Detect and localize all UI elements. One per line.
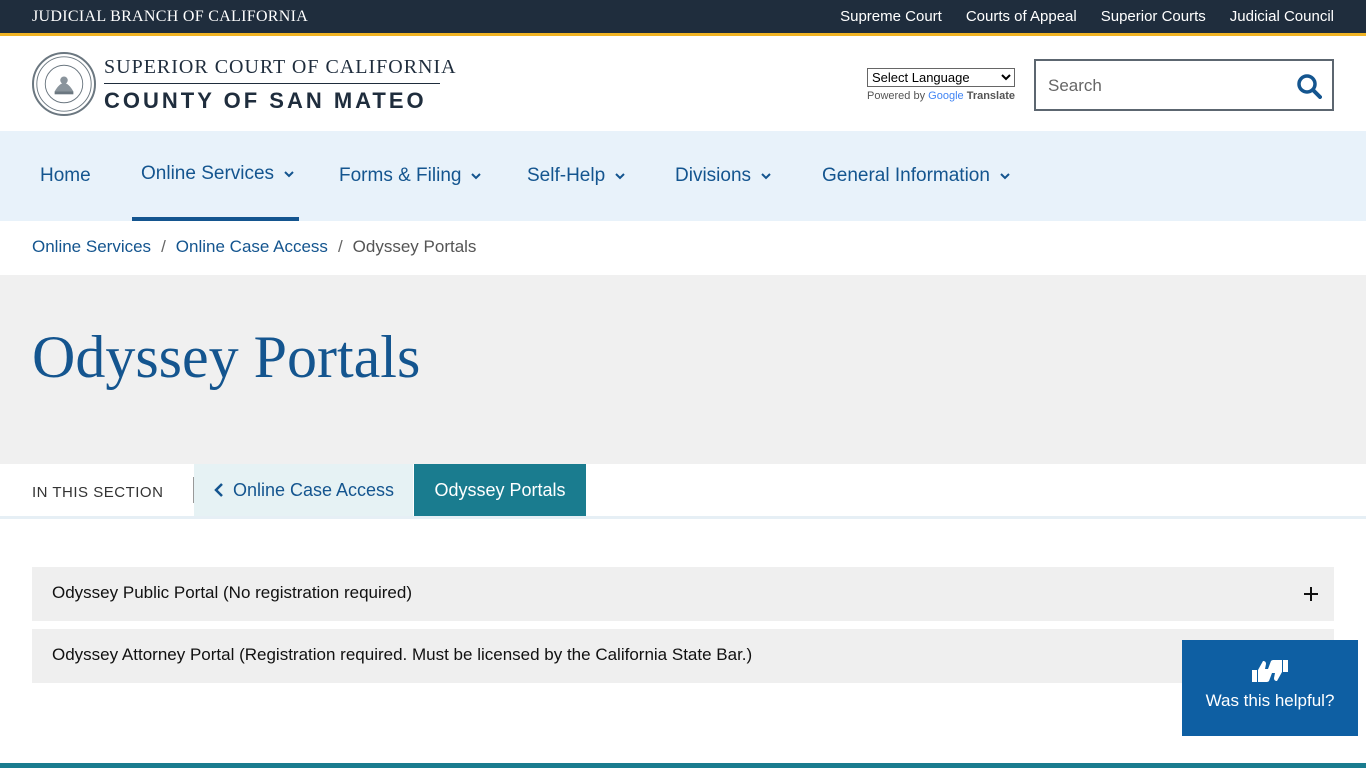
footer-border (0, 763, 1366, 768)
nav-label: Divisions (675, 165, 752, 186)
courts-of-appeal-link[interactable]: Courts of Appeal (966, 8, 1077, 25)
search-icon[interactable] (1296, 73, 1322, 99)
main-nav: Home Online Services Forms & Filing Self… (0, 131, 1366, 221)
utility-bar: JUDICIAL BRANCH OF CALIFORNIA Supreme Co… (0, 0, 1366, 36)
breadcrumb-online-services[interactable]: Online Services (32, 237, 151, 257)
nav-online-services[interactable]: Online Services (132, 131, 299, 221)
thumbs-up-down-icon (1252, 660, 1288, 682)
breadcrumb-current: Odyssey Portals (352, 237, 477, 256)
search-box (1034, 59, 1334, 111)
nav-label: Online Services (141, 163, 275, 184)
breadcrumb-online-case-access[interactable]: Online Case Access (176, 237, 328, 257)
powered-by-text: Powered by (867, 90, 926, 102)
helpful-label: Was this helpful? (1205, 691, 1335, 710)
chevron-down-icon (471, 173, 482, 180)
chevron-left-icon (214, 483, 223, 497)
section-current-tab[interactable]: Odyssey Portals (414, 464, 586, 516)
was-this-helpful-button[interactable]: Was this helpful? (1182, 640, 1358, 736)
logo-subtitle[interactable]: COUNTY OF SAN MATEO (104, 88, 427, 114)
page-title: Odyssey Portals (32, 324, 421, 390)
superior-courts-link[interactable]: Superior Courts (1101, 8, 1206, 25)
judicial-branch-link[interactable]: JUDICIAL BRANCH OF CALIFORNIA (32, 8, 308, 26)
nav-label: General Information (822, 165, 990, 186)
breadcrumb: Online Services / Online Case Access / O… (32, 237, 476, 257)
nav-label: Home (40, 165, 91, 186)
utility-links: Supreme Court Courts of Appeal Superior … (840, 8, 1334, 25)
accordion-public-portal[interactable]: Odyssey Public Portal (No registration r… (32, 567, 1334, 621)
nav-forms-filing[interactable]: Forms & Filing (339, 131, 483, 221)
site-header: SUPERIOR COURT OF CALIFORNIA COUNTY OF S… (0, 39, 1366, 131)
search-input[interactable] (1048, 74, 1278, 98)
page-hero: Odyssey Portals (0, 275, 1366, 464)
nav-divisions[interactable]: Divisions (675, 131, 773, 221)
court-seal-icon[interactable] (32, 52, 96, 116)
chevron-down-icon (761, 173, 771, 180)
language-widget: Select Language Powered by Google Transl… (867, 68, 1015, 102)
logo-title[interactable]: SUPERIOR COURT OF CALIFORNIA (104, 56, 457, 79)
google-text[interactable]: Google (928, 90, 963, 102)
powered-by-translate: Powered by Google Translate (867, 90, 1015, 102)
translate-text[interactable]: Translate (967, 90, 1015, 102)
nav-self-help[interactable]: Self-Help (527, 131, 627, 221)
section-back-link[interactable]: Online Case Access (194, 464, 413, 516)
section-back-label: Online Case Access (232, 479, 395, 500)
judicial-council-link[interactable]: Judicial Council (1230, 8, 1334, 25)
nav-home[interactable]: Home (40, 131, 91, 221)
plus-icon[interactable] (1302, 585, 1320, 603)
accordion-attorney-portal[interactable]: Odyssey Attorney Portal (Registration re… (32, 629, 1334, 683)
chevron-down-icon (284, 171, 294, 178)
section-label: IN THIS SECTION (32, 484, 164, 501)
accordion-title: Odyssey Public Portal (No registration r… (52, 583, 412, 602)
nav-label: Forms & Filing (339, 165, 462, 186)
section-nav: IN THIS SECTION Online Case Access Odyss… (0, 464, 1366, 519)
supreme-court-link[interactable]: Supreme Court (840, 8, 942, 25)
accordion-title: Odyssey Attorney Portal (Registration re… (52, 645, 753, 664)
breadcrumb-separator: / (161, 237, 166, 256)
breadcrumb-separator: / (337, 237, 343, 256)
chevron-down-icon (1000, 173, 1010, 180)
nav-label: Self-Help (527, 165, 606, 186)
language-select[interactable]: Select Language (867, 68, 1015, 87)
chevron-down-icon (615, 173, 625, 180)
logo-divider (104, 83, 440, 84)
nav-general-information[interactable]: General Information (822, 131, 1012, 221)
